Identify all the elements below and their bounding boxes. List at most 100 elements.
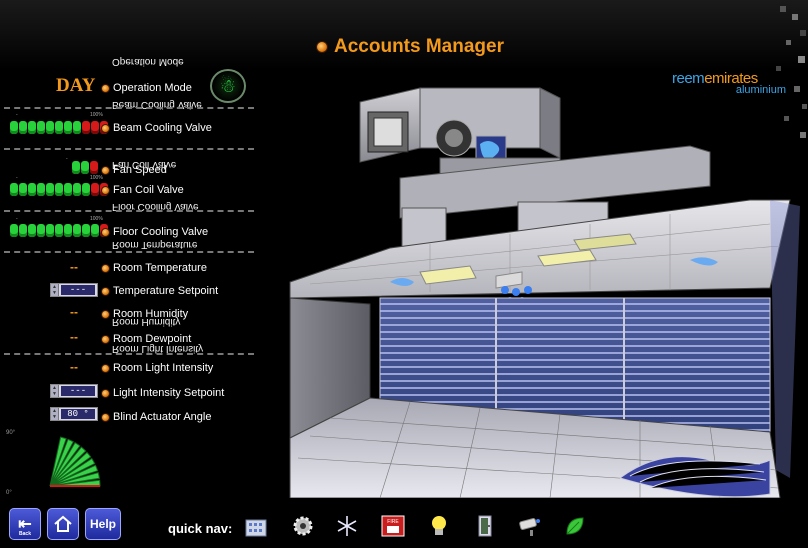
row-bullet-icon — [101, 334, 110, 344]
meter-segment — [55, 224, 63, 237]
room-3d-illustration — [289, 87, 800, 498]
meter-segment — [82, 183, 90, 196]
leaf-icon[interactable] — [562, 514, 588, 538]
meter-segment — [19, 121, 27, 134]
separator — [4, 148, 254, 150]
separator — [4, 210, 254, 212]
back-label: Back — [19, 531, 31, 537]
help-button[interactable]: Help — [85, 508, 121, 540]
temperature-setpoint-input[interactable]: ▲ ▼ --- — [50, 283, 98, 297]
room-temperature-label: Room Temperature — [113, 262, 207, 274]
light-intensity-setpoint-label: Light Intensity Setpoint — [113, 387, 225, 399]
row-bullet-icon — [101, 412, 110, 422]
meter-segment — [55, 121, 63, 134]
room-light-intensity-value: -- — [70, 360, 78, 374]
fan-scale-label: 100% — [90, 175, 103, 181]
separator — [4, 107, 254, 109]
meter-segment — [73, 183, 81, 196]
snowflake-icon[interactable] — [334, 514, 360, 538]
light-intensity-setpoint-input[interactable]: ▲ ▼ --- — [50, 384, 98, 398]
light-bulb-icon[interactable] — [426, 514, 452, 538]
gauge-tick-bottom: 0° — [6, 490, 12, 496]
row-bullet-icon — [101, 165, 110, 175]
status-panel: Operation Mode DAY Operation Mode ☃ Beam… — [0, 56, 262, 502]
home-button[interactable] — [47, 508, 79, 540]
gear-icon[interactable] — [290, 514, 316, 538]
page-title: Accounts Manager — [316, 36, 504, 58]
meter-segment — [64, 121, 72, 134]
reflection-room-temperature: Room Temperature — [112, 239, 198, 250]
meter-segment — [91, 121, 99, 134]
temperature-setpoint-label: Temperature Setpoint — [113, 285, 219, 297]
separator — [4, 353, 254, 355]
meter-segment — [82, 224, 90, 237]
meter-segment — [55, 183, 63, 196]
home-icon — [54, 515, 72, 532]
beam-cooling-valve-meter — [10, 121, 108, 134]
meter-segment — [91, 224, 99, 237]
meter-segment — [90, 161, 98, 174]
floor-cooling-valve-meter — [10, 224, 108, 237]
row-bullet-icon — [101, 83, 110, 93]
blind-actuator-angle-label: Blind Actuator Angle — [113, 411, 212, 423]
day-mode-label: DAY — [56, 75, 96, 96]
reflection-room-humidity: Room Humidity — [112, 316, 181, 327]
meter-segment — [73, 224, 81, 237]
meter-segment — [19, 183, 27, 196]
stepper-arrows-icon[interactable]: ▲ ▼ — [51, 284, 59, 296]
meter-segment — [46, 224, 54, 237]
meter-segment — [72, 161, 80, 174]
row-bullet-icon — [101, 185, 110, 195]
separator — [4, 251, 254, 253]
room-dewpoint-value: -- — [70, 330, 78, 344]
meter-segment — [28, 183, 36, 196]
quick-nav-label: quick nav: — [168, 521, 233, 536]
room-humidity-value: -- — [70, 305, 78, 319]
meter-segment — [28, 224, 36, 237]
row-bullet-icon — [101, 309, 110, 319]
blind-actuator-angle-input[interactable]: ▲ ▼ 80 ° — [50, 407, 98, 421]
meter-segment — [10, 183, 18, 196]
page-title-text: Accounts Manager — [334, 36, 504, 57]
fan-speed-meter — [72, 161, 98, 174]
row-bullet-icon — [101, 286, 110, 296]
row-bullet-icon — [101, 227, 110, 237]
floor-scale-label: 100% — [90, 216, 103, 222]
row-bullet-icon — [101, 263, 110, 273]
blind-angle-gauge — [49, 436, 101, 487]
building-icon[interactable] — [244, 514, 270, 538]
meter-segment — [10, 224, 18, 237]
fan-coil-valve-meter — [10, 183, 108, 196]
beam-scale-label: 100% — [90, 112, 103, 118]
row-bullet-icon — [101, 363, 110, 373]
meter-segment — [73, 121, 81, 134]
occupancy-person-icon[interactable]: ☃ — [210, 69, 246, 103]
meter-segment — [37, 183, 45, 196]
meter-segment — [37, 121, 45, 134]
light-intensity-setpoint-value[interactable]: --- — [61, 386, 95, 396]
fan-coil-valve-label: Fan Coil Valve — [113, 184, 184, 196]
meter-segment — [28, 121, 36, 134]
operation-mode-label: Operation Mode — [113, 82, 192, 94]
stepper-arrows-icon[interactable]: ▲ ▼ — [51, 408, 59, 420]
meter-segment — [82, 121, 90, 134]
temperature-setpoint-value[interactable]: --- — [61, 285, 95, 295]
floor-cooling-valve-label: Floor Cooling Valve — [113, 226, 209, 238]
blind-actuator-angle-value[interactable]: 80 ° — [61, 409, 95, 419]
meter-segment — [10, 121, 18, 134]
meter-segment — [64, 183, 72, 196]
beam-cooling-valve-label: Beam Cooling Valve — [113, 122, 212, 134]
door-icon[interactable] — [472, 514, 498, 538]
title-bullet-icon — [316, 41, 328, 53]
stepper-arrows-icon[interactable]: ▲ ▼ — [51, 385, 59, 397]
back-button[interactable]: ⇤ Back — [9, 508, 41, 540]
reflection-operation-mode: Operation Mode — [112, 56, 184, 67]
meter-segment — [37, 224, 45, 237]
meter-segment — [46, 183, 54, 196]
row-bullet-icon — [101, 388, 110, 398]
fire-alarm-icon[interactable]: FIRE — [380, 514, 406, 538]
camera-icon[interactable] — [516, 514, 542, 538]
meter-segment — [91, 183, 99, 196]
room-temperature-value: -- — [70, 260, 78, 274]
meter-segment — [19, 224, 27, 237]
